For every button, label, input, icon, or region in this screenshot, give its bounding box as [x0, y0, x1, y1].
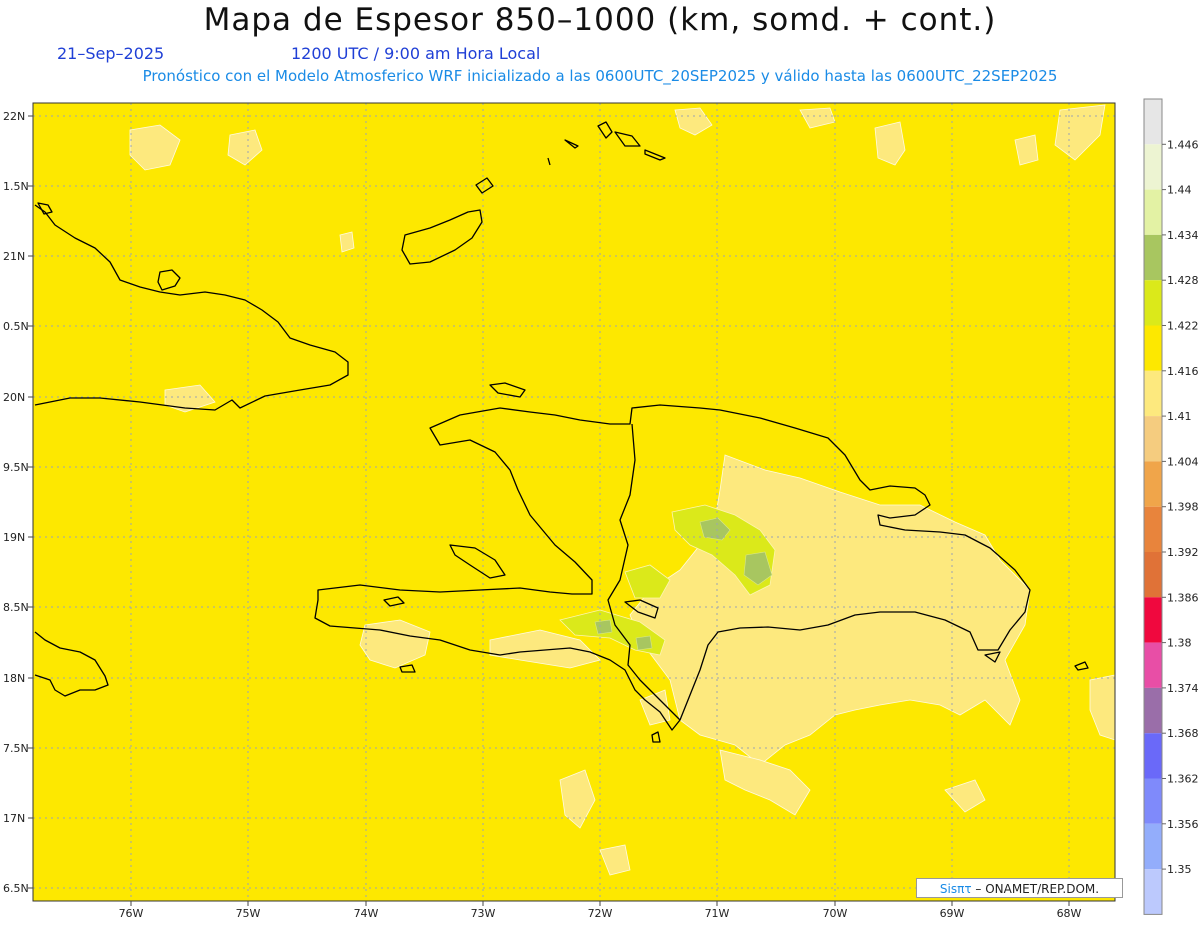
map-canvas: 22N 1.5N 21N 0.5N 20N 9.5N 19N 8.5N 18N … [3, 98, 1199, 920]
colorbar-label: 1.368 [1167, 727, 1199, 740]
colorbar-label: 1.392 [1167, 546, 1199, 559]
colorbar-label: 1.434 [1167, 229, 1199, 242]
colorbar-swatch [1144, 642, 1162, 688]
longitude-ticks [130, 901, 1070, 906]
colorbar-label: 1.398 [1167, 501, 1199, 514]
colorbar-swatch [1144, 506, 1162, 552]
colorbar: 1.446 1.44 1.434 1.428 1.422 1.416 1.41 1.404 1.… [1143, 98, 1199, 915]
colorbar-swatch [1144, 687, 1162, 734]
lat-label: 21N [3, 250, 25, 263]
credit-box: Sisπτ – ONAMET/REP.DOM. [916, 878, 1123, 898]
lat-label: 7.5N [3, 742, 29, 755]
colorbar-swatch [1144, 461, 1162, 507]
lon-label: 75W [236, 907, 261, 920]
lat-label: 20N [3, 391, 25, 404]
colorbar-label: 1.38 [1167, 637, 1192, 650]
colorbar-label: 1.404 [1167, 455, 1199, 468]
colorbar-label: 1.446 [1167, 138, 1199, 151]
lon-label: 71W [705, 907, 730, 920]
colorbar-swatch [1144, 99, 1162, 145]
lat-label: 0.5N [3, 320, 29, 333]
lat-label: 8.5N [3, 601, 29, 614]
colorbar-label: 1.416 [1167, 365, 1199, 378]
lon-label: 73W [471, 907, 496, 920]
colorbar-swatch [1144, 597, 1162, 643]
colorbar-label: 1.35 [1167, 863, 1192, 876]
colorbar-swatch [1144, 733, 1162, 779]
colorbar-swatch [1144, 552, 1162, 598]
colorbar-label: 1.362 [1167, 773, 1199, 786]
lat-label: 17N [3, 812, 25, 825]
lat-label: 22N [3, 110, 25, 123]
lat-label: 6.5N [3, 882, 29, 895]
colorbar-label: 1.41 [1167, 410, 1192, 423]
colorbar-swatch [1144, 234, 1162, 281]
lon-label: 74W [354, 907, 379, 920]
credit-brand: Sisπτ [939, 882, 972, 896]
colorbar-label: 1.44 [1167, 184, 1192, 197]
lon-label: 76W [119, 907, 144, 920]
colorbar-swatch [1144, 189, 1162, 235]
colorbar-label: 1.386 [1167, 591, 1199, 604]
lon-label: 68W [1057, 907, 1082, 920]
colorbar-label: 1.374 [1167, 682, 1199, 695]
lat-label: 19N [3, 531, 25, 544]
colorbar-swatch [1144, 823, 1162, 870]
colorbar-label: 1.356 [1167, 818, 1199, 831]
lat-label: 9.5N [3, 461, 29, 474]
credit-text: – ONAMET/REP.DOM. [975, 882, 1100, 896]
latitude-labels: 22N 1.5N 21N 0.5N 20N 9.5N 19N 8.5N 18N … [3, 110, 29, 895]
colorbar-label: 1.422 [1167, 320, 1199, 333]
colorbar-swatch [1144, 416, 1162, 462]
colorbar-swatch [1144, 280, 1162, 326]
latitude-ticks [28, 115, 33, 889]
longitude-labels: 76W 75W 74W 73W 72W 71W 70W 69W 68W [119, 907, 1082, 920]
colorbar-swatch [1144, 869, 1162, 915]
colorbar-label: 1.428 [1167, 274, 1199, 287]
colorbar-swatch [1144, 325, 1162, 371]
lon-label: 72W [588, 907, 613, 920]
colorbar-swatch [1144, 778, 1162, 824]
colorbar-swatch [1144, 370, 1162, 417]
colorbar-swatch [1144, 144, 1162, 190]
lon-label: 70W [823, 907, 848, 920]
lat-label: 1.5N [3, 180, 29, 193]
lat-label: 18N [3, 672, 25, 685]
lon-label: 69W [940, 907, 965, 920]
